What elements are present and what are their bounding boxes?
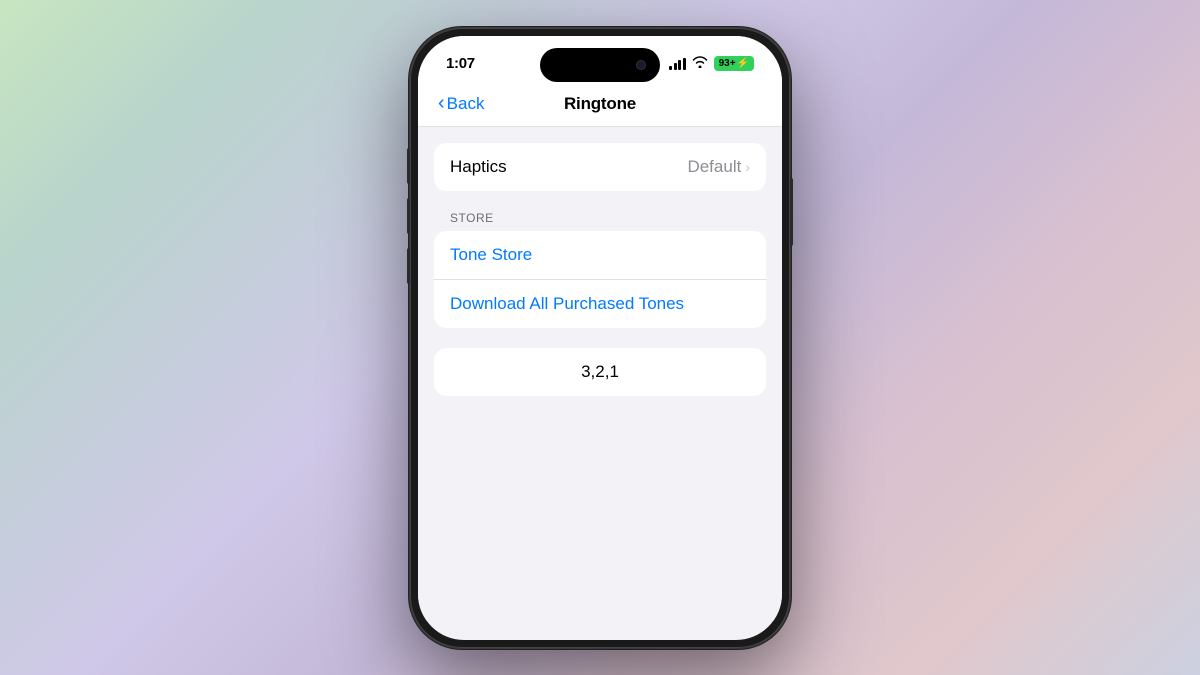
back-chevron-icon: ‹ [438, 93, 445, 113]
download-tones-row[interactable]: Download All Purchased Tones [434, 279, 766, 328]
phone-screen: 1:07 [418, 36, 782, 640]
signal-icon [669, 58, 686, 70]
partial-item-text: 3,2,1 [450, 362, 750, 382]
haptics-value-text: Default [687, 157, 741, 177]
haptics-row[interactable]: Haptics Default › [434, 143, 766, 191]
haptics-label: Haptics [450, 157, 507, 177]
tone-store-label: Tone Store [450, 245, 532, 265]
partial-item-card: 3,2,1 [434, 348, 766, 396]
battery-indicator: 93+ ⚡ [714, 56, 754, 71]
tone-store-row[interactable]: Tone Store [434, 231, 766, 279]
wifi-icon [692, 56, 708, 71]
haptics-value: Default › [687, 157, 750, 177]
status-time: 1:07 [446, 55, 475, 72]
back-button[interactable]: ‹ Back [438, 94, 484, 114]
page-title: Ringtone [564, 94, 636, 114]
dynamic-island [540, 48, 660, 82]
status-bar: 1:07 [418, 36, 782, 86]
status-icons: 93+ ⚡ [669, 56, 754, 71]
screen-content: Haptics Default › STORE Tone Store [418, 127, 782, 621]
phone-device: 1:07 [410, 28, 790, 648]
haptics-section: Haptics Default › [434, 143, 766, 191]
phone-frame: 1:07 [410, 28, 790, 648]
store-section: STORE Tone Store Download All Purchased … [434, 211, 766, 328]
camera-dot [636, 60, 646, 70]
back-label: Back [447, 94, 485, 114]
haptics-card: Haptics Default › [434, 143, 766, 191]
download-tones-label: Download All Purchased Tones [450, 294, 684, 314]
store-section-label: STORE [450, 211, 766, 225]
store-card: Tone Store Download All Purchased Tones [434, 231, 766, 328]
navigation-bar: ‹ Back Ringtone [418, 86, 782, 127]
haptics-chevron-icon: › [745, 159, 750, 175]
